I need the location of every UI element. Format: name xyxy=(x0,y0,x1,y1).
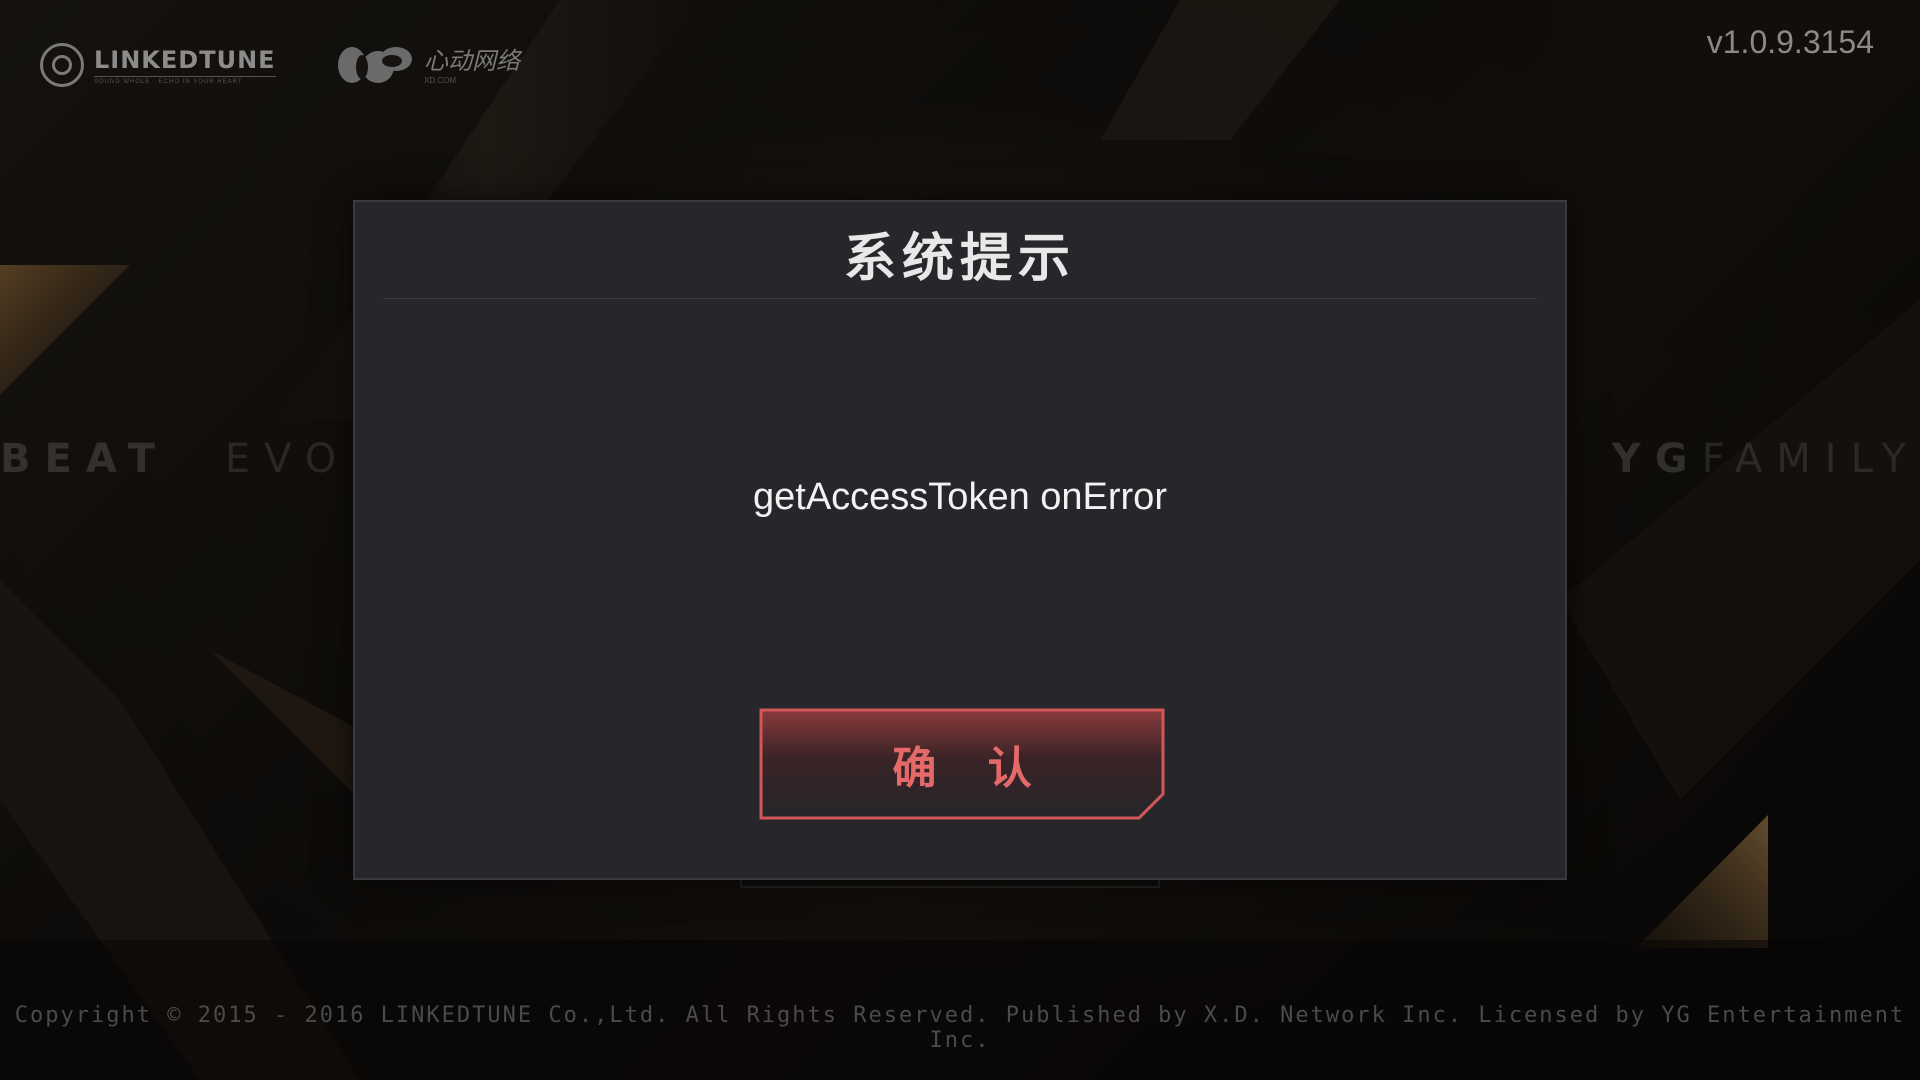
confirm-button-label: 确 认 xyxy=(892,743,1050,794)
dialog-message: getAccessToken onError xyxy=(753,476,1167,518)
copyright-text: Copyright © 2015 - 2016 LINKEDTUNE Co.,L… xyxy=(14,1003,1906,1053)
background-title-right: YGFAMILY xyxy=(1611,436,1920,482)
xd-logo-name: 心动网络 xyxy=(424,47,520,75)
dialog-title: 系统提示 xyxy=(843,229,1076,289)
linkedtune-logo: LINKEDTUNE SOUND WHOLE · ECHO IN YOUR HE… xyxy=(40,40,276,90)
left-gold-wedge xyxy=(0,265,130,395)
game-launch-screen: BEAT EVO YGFAMILY LINKEDTUNE SOUND WHOLE… xyxy=(0,0,1920,1080)
system-alert-dialog: 系统提示 getAccessToken onError 确 认 xyxy=(353,200,1567,880)
background-title-left: BEAT EVO xyxy=(0,436,351,482)
xd-logo: 心动网络 XD.COM xyxy=(332,38,520,88)
xd-cloud-logo-icon xyxy=(338,47,412,83)
linkedtune-logo-tagline: SOUND WHOLE · ECHO IN YOUR HEART xyxy=(94,75,276,85)
xd-logo-domain: XD.COM xyxy=(424,76,456,85)
right-gold-wedge xyxy=(1636,815,1768,948)
linkedtune-logo-icon xyxy=(40,43,84,87)
dialog-divider xyxy=(383,298,1537,299)
linkedtune-logo-name: LINKEDTUNE xyxy=(94,45,276,74)
version-label: v1.0.9.3154 xyxy=(1706,24,1874,60)
confirm-button[interactable]: 确 认 xyxy=(759,708,1165,820)
